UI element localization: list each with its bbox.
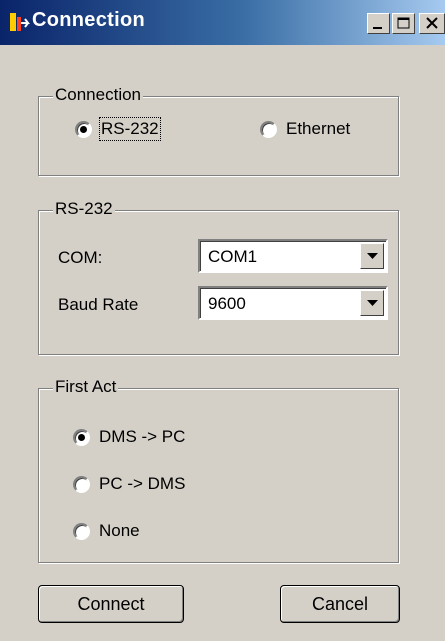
minimize-button[interactable] (367, 13, 390, 34)
cancel-button[interactable]: Cancel (280, 585, 400, 623)
first-act-legend: First Act (53, 377, 119, 397)
connection-group: Connection RS-232 Ethernet (38, 85, 399, 176)
com-label: COM: (58, 248, 103, 267)
minimize-icon (373, 27, 382, 29)
radio-circle[interactable] (73, 428, 90, 446)
radio-circle[interactable] (260, 120, 277, 138)
radio-circle[interactable] (73, 475, 90, 493)
maximize-button[interactable] (392, 13, 415, 34)
baud-rate-select[interactable]: 9600 (198, 286, 388, 320)
baud-rate-label: Baud Rate (58, 295, 139, 314)
rs232-legend: RS-232 (53, 199, 115, 219)
radio-pc-to-dms[interactable]: PC -> DMS (73, 474, 185, 494)
radio-ethernet-label[interactable]: Ethernet (286, 119, 350, 139)
radio-dot (78, 433, 85, 441)
radio-dms-to-pc-label[interactable]: DMS -> PC (99, 427, 185, 447)
radio-circle[interactable] (73, 522, 90, 540)
rs232-group: RS-232 COM: COM1 Baud Rate 9600 (38, 199, 399, 355)
connect-button[interactable]: Connect (38, 585, 184, 623)
chevron-down-icon (367, 253, 378, 259)
radio-circle[interactable] (75, 120, 92, 138)
title-bar[interactable]: Connection (0, 0, 445, 45)
baud-rate-value: 9600 (208, 294, 246, 313)
window-title: Connection (32, 9, 145, 31)
radio-pc-to-dms-label[interactable]: PC -> DMS (99, 474, 185, 494)
maximize-icon (397, 17, 410, 29)
radio-dms-to-pc[interactable]: DMS -> PC (73, 427, 185, 447)
baud-rate-dropdown-button[interactable] (360, 290, 384, 316)
com-dropdown-button[interactable] (360, 243, 384, 269)
com-value: COM1 (208, 247, 258, 266)
radio-ethernet[interactable]: Ethernet (260, 119, 350, 139)
radio-rs232-label[interactable]: RS-232 (99, 117, 161, 141)
close-icon (426, 17, 438, 29)
close-button[interactable] (419, 13, 445, 34)
radio-none[interactable]: None (73, 521, 140, 541)
radio-none-label[interactable]: None (99, 521, 140, 541)
connection-legend: Connection (53, 85, 144, 105)
com-select[interactable]: COM1 (198, 239, 388, 273)
app-icon (8, 11, 30, 33)
chevron-down-icon (367, 300, 378, 306)
radio-rs232[interactable]: RS-232 (75, 117, 161, 141)
radio-dot (80, 125, 87, 133)
first-act-group: First Act DMS -> PC PC -> DMS None (38, 377, 399, 563)
